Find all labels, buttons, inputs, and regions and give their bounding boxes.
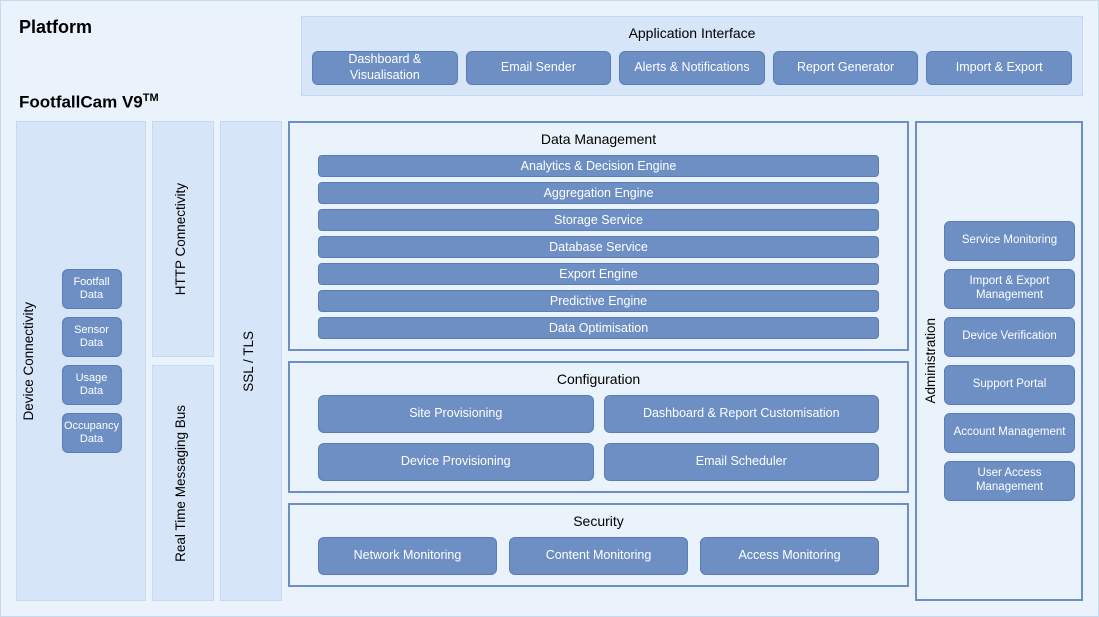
device-connectivity-items: Footfall Data Sensor Data Usage Data Occ… xyxy=(42,269,141,453)
application-interface-items: Dashboard & Visualisation Email Sender A… xyxy=(312,51,1072,85)
product-name: FootfallCam V9 xyxy=(19,93,143,112)
configuration-item: Dashboard & Report Customisation xyxy=(604,395,880,433)
app-interface-item: Email Sender xyxy=(466,51,612,85)
administration-panel: Administration Service Monitoring Import… xyxy=(915,121,1083,601)
device-connectivity-item: Usage Data xyxy=(62,365,122,405)
administration-items: Service Monitoring Import & Export Manag… xyxy=(944,221,1075,501)
security-item: Content Monitoring xyxy=(509,537,688,575)
data-management-title: Data Management xyxy=(300,131,897,147)
administration-item: Service Monitoring xyxy=(944,221,1075,261)
app-interface-item: Report Generator xyxy=(773,51,919,85)
rtm-label: Real Time Messaging Bus xyxy=(173,405,188,562)
application-interface-title: Application Interface xyxy=(312,25,1072,41)
administration-label: Administration xyxy=(923,318,938,404)
security-item: Access Monitoring xyxy=(700,537,879,575)
app-interface-item: Dashboard & Visualisation xyxy=(312,51,458,85)
security-panel: Security Network Monitoring Content Moni… xyxy=(288,503,909,587)
device-connectivity-item: Sensor Data xyxy=(62,317,122,357)
security-title: Security xyxy=(300,513,897,529)
application-interface-panel: Application Interface Dashboard & Visual… xyxy=(301,16,1083,96)
connectivity-stack: HTTP Connectivity Real Time Messaging Bu… xyxy=(152,121,214,601)
administration-item: Device Verification xyxy=(944,317,1075,357)
administration-item: User Access Management xyxy=(944,461,1075,501)
trademark: TM xyxy=(143,92,159,104)
data-management-item: Analytics & Decision Engine xyxy=(318,155,879,177)
configuration-item: Site Provisioning xyxy=(318,395,594,433)
data-management-item: Predictive Engine xyxy=(318,290,879,312)
data-management-item: Storage Service xyxy=(318,209,879,231)
configuration-panel: Configuration Site Provisioning Dashboar… xyxy=(288,361,909,493)
data-management-item: Aggregation Engine xyxy=(318,182,879,204)
app-interface-item: Import & Export xyxy=(926,51,1072,85)
configuration-item: Device Provisioning xyxy=(318,443,594,481)
center-stack: Data Management Analytics & Decision Eng… xyxy=(288,121,909,601)
device-connectivity-item: Footfall Data xyxy=(62,269,122,309)
device-connectivity-item: Occupancy Data xyxy=(62,413,122,453)
administration-item: Support Portal xyxy=(944,365,1075,405)
ssl-label: SSL / TLS xyxy=(241,331,256,392)
ssl-panel: SSL / TLS xyxy=(220,121,282,601)
data-management-item: Database Service xyxy=(318,236,879,258)
security-item: Network Monitoring xyxy=(318,537,497,575)
security-items: Network Monitoring Content Monitoring Ac… xyxy=(318,537,879,575)
data-management-item: Export Engine xyxy=(318,263,879,285)
data-management-item: Data Optimisation xyxy=(318,317,879,339)
device-connectivity-label: Device Connectivity xyxy=(21,302,36,421)
data-management-items: Analytics & Decision Engine Aggregation … xyxy=(318,155,879,339)
main-row: Device Connectivity Footfall Data Sensor… xyxy=(16,121,1083,601)
http-connectivity-label: HTTP Connectivity xyxy=(173,183,188,295)
configuration-item: Email Scheduler xyxy=(604,443,880,481)
diagram-container: Platform FootfallCam V9TM Application In… xyxy=(0,0,1099,617)
configuration-title: Configuration xyxy=(300,371,897,387)
configuration-items: Site Provisioning Dashboard & Report Cus… xyxy=(318,395,879,481)
http-connectivity-panel: HTTP Connectivity xyxy=(152,121,214,357)
device-connectivity-panel: Device Connectivity Footfall Data Sensor… xyxy=(16,121,146,601)
administration-item: Import & Export Management xyxy=(944,269,1075,309)
administration-item: Account Management xyxy=(944,413,1075,453)
data-management-panel: Data Management Analytics & Decision Eng… xyxy=(288,121,909,351)
app-interface-item: Alerts & Notifications xyxy=(619,51,765,85)
rtm-panel: Real Time Messaging Bus xyxy=(152,365,214,601)
